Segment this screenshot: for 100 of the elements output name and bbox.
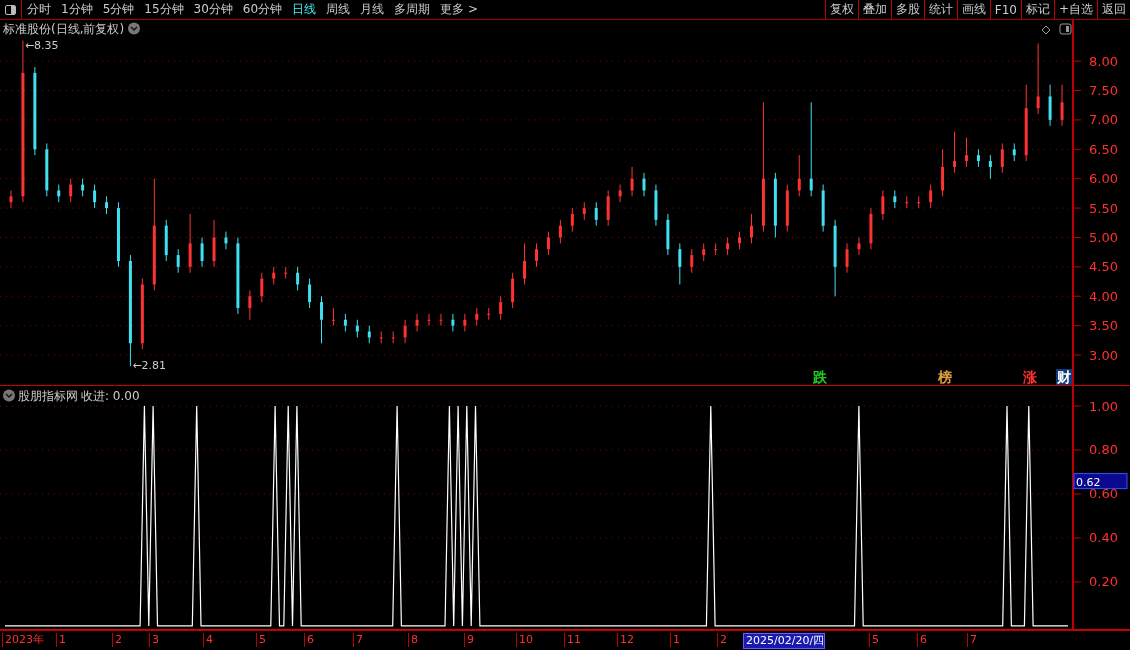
date-label: 6 [304,633,314,647]
chart-title: 标准股份(日线,前复权) [3,22,125,36]
axis-label: 7.00 [1089,112,1118,128]
toolbar-button[interactable]: 复权 [824,0,858,19]
candlestick [523,242,527,285]
candlestick [308,278,312,309]
axis-label: 0.40 [1089,530,1118,546]
candlestick [702,242,706,262]
toolbar-button[interactable]: 多股 [890,0,924,19]
period-tab[interactable]: 60分钟 [237,0,288,19]
candlestick [439,313,443,327]
candlestick [535,242,538,268]
date-label: 2 [112,633,122,647]
toolbar-button[interactable]: 返回 [1097,0,1130,19]
period-tab[interactable]: 月线 [355,0,390,19]
candlestick [606,189,610,227]
candlestick [1012,142,1016,162]
period-tab[interactable]: 分时 [22,0,56,19]
candlestick [379,331,383,344]
candlestick [224,231,228,250]
candlestick [463,313,467,332]
toolbar-button[interactable]: 标记 [1020,0,1054,19]
candlestick [558,219,562,244]
signal-tag: 榜 [938,369,952,385]
date-label: 1 [56,633,66,647]
toolbar-button[interactable]: F10 [989,0,1021,19]
date-label: 5 [869,633,879,647]
dropdown-icon[interactable] [128,22,140,35]
candlestick [1048,84,1052,127]
candlestick [785,184,789,233]
date-label: 3 [149,633,159,647]
signal-tag: 财 [1056,369,1072,385]
candlestick [845,242,849,274]
axis-label: 8.00 [1089,53,1118,69]
candlestick [965,137,968,168]
date-label: 6 [917,633,927,647]
candlestick [988,154,992,180]
candlestick [320,295,323,344]
candlestick [212,219,216,268]
toolbar-button[interactable]: 画线 [956,0,990,19]
candlestick [403,319,407,344]
candlestick [976,148,980,168]
candlestick [678,242,682,285]
candlestick [296,266,300,291]
candlestick [738,231,742,250]
candlestick [690,248,694,274]
candlestick [427,313,431,327]
axis-label: 0.80 [1089,442,1118,458]
axis-label: 3.00 [1089,347,1118,363]
candlestick [869,207,873,250]
date-label: 10 [516,633,533,647]
period-tab[interactable]: 更多 > [435,0,483,19]
candlestick [69,178,73,203]
candlestick [499,295,503,321]
axis-label: 3.50 [1089,318,1118,334]
candlestick [797,154,801,197]
candlestick [546,231,550,256]
period-tab[interactable]: 30分钟 [188,0,238,19]
diamond-icon[interactable] [1041,25,1051,35]
indicator-title: 股朋指标网 [18,389,78,403]
axis-label: 6.50 [1089,141,1118,157]
axis-label: 1.00 [1089,398,1118,414]
date-label: 12 [617,633,634,647]
price-annotation: ←2.81 [132,359,167,373]
candlestick [57,184,61,203]
candlestick [487,307,491,321]
period-tab[interactable]: 15分钟 [139,0,189,19]
candlestick [164,219,168,262]
axis-label: 4.00 [1089,288,1118,304]
period-tab[interactable]: 多周期 [389,0,436,19]
candlestick [666,213,670,256]
candlestick [618,184,622,203]
period-tab[interactable]: 日线 [287,0,322,19]
candlestick [391,331,395,344]
candlestick [9,189,13,209]
candlestick [272,266,276,285]
candlestick [917,195,921,209]
candlestick [773,172,777,238]
axis-label: 6.00 [1089,171,1118,187]
panel-toggle-icon[interactable] [1059,23,1072,35]
candlestick [1060,84,1064,127]
candlestick [284,266,288,280]
candlestick [570,207,574,233]
toolbar-button[interactable]: 叠加 [857,0,891,19]
period-tab[interactable]: 周线 [321,0,356,19]
dropdown-icon[interactable] [3,389,15,402]
candlestick [905,195,909,209]
period-tab[interactable]: 5分钟 [97,0,140,19]
signal-tag: 涨 [1023,369,1037,385]
candlestick [750,213,753,244]
candlestick [941,148,945,197]
candlestick [451,313,455,332]
candlestick [343,313,347,332]
date-label: 1 [670,633,680,647]
toolbar-button[interactable]: 统计 [923,0,957,19]
axis-label: 4.50 [1089,259,1118,275]
date-label: 2023年 [2,633,44,647]
toolbar-button[interactable]: +自选 [1053,0,1097,19]
candlestick [176,248,180,274]
period-tab[interactable]: 1分钟 [56,0,98,19]
